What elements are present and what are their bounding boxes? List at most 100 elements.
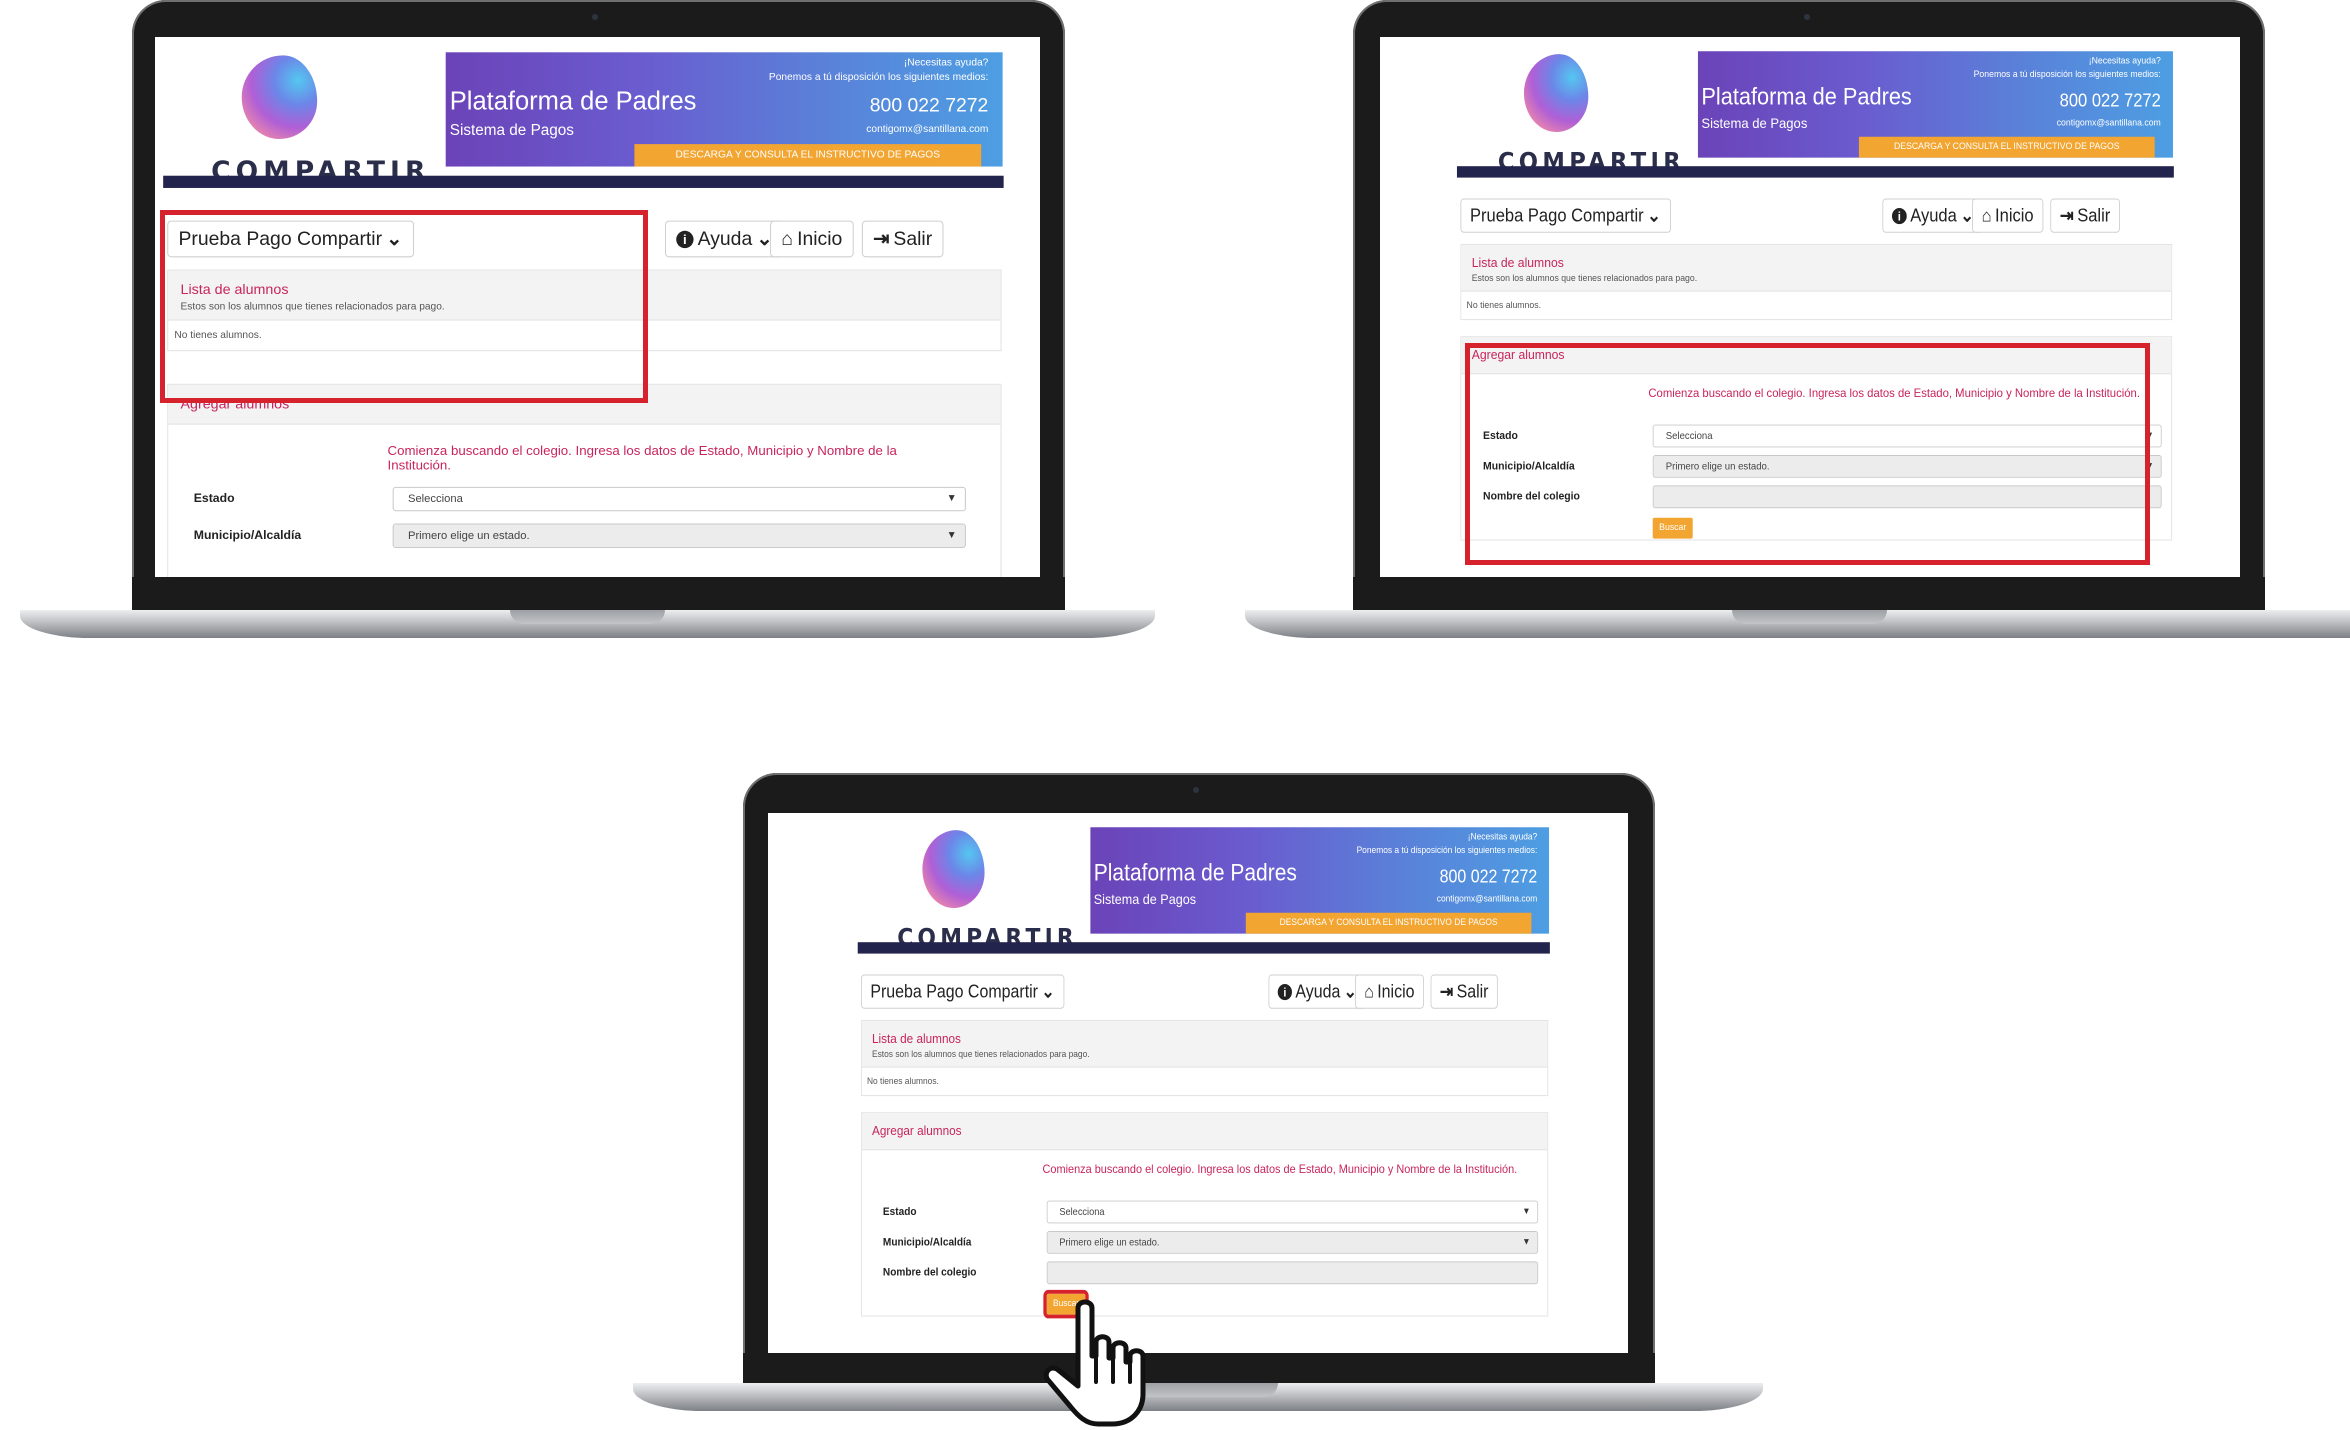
- email-address: contigomx@santillana.com: [866, 123, 989, 135]
- laptop-step-3: COMPARTIR ¡Necesitas ayuda? Ponemos a tú …: [633, 773, 1763, 1430]
- banner-subtitle: Sistema de Pagos: [1701, 115, 1808, 132]
- nav-divider: [857, 942, 1550, 954]
- state-select-value: Selecciona: [1059, 1206, 1105, 1218]
- chevron-down-icon: ⌄: [1041, 982, 1055, 1003]
- banner-subtitle: Sistema de Pagos: [1093, 891, 1197, 908]
- pointer-hand-icon: [1043, 1299, 1146, 1427]
- phone-number: 800 022 7272: [869, 95, 989, 117]
- students-panel: Lista de alumnos Estos son los alumnos q…: [1460, 244, 2173, 321]
- chevron-down-icon: ⌄: [1647, 206, 1662, 227]
- add-students-title: Agregar alumnos: [872, 1122, 962, 1138]
- logout-button[interactable]: ⇥ Salir: [2050, 198, 2120, 233]
- home-label: Inicio: [797, 228, 843, 251]
- nav-divider: [1456, 166, 2174, 178]
- banner-title: Plataforma de Padres: [449, 86, 697, 116]
- banner-title: Plataforma de Padres: [1093, 859, 1297, 887]
- add-students-panel: Agregar alumnos Comienza buscando el col…: [167, 383, 1002, 577]
- site-header: COMPARTIR ¡Necesitas ayuda? Ponemos a tú …: [851, 813, 1557, 965]
- logout-button[interactable]: ⇥ Salir: [861, 220, 944, 258]
- info-icon: i: [676, 230, 694, 249]
- home-button[interactable]: ⌂ Inicio: [770, 220, 854, 258]
- students-title: Lista de alumnos: [1471, 254, 1564, 270]
- site-header: COMPARTIR ¡Necesitas ayuda? Ponemos a tú …: [155, 37, 1012, 200]
- phone-number: 800 022 7272: [1439, 867, 1538, 888]
- caret-down-icon: ▼: [1522, 1236, 1531, 1248]
- compartir-logo: COMPARTIR: [897, 830, 1074, 953]
- municipality-label: Municipio/Alcaldía: [882, 1234, 972, 1249]
- user-menu-button[interactable]: Prueba Pago Compartir ⌄: [861, 974, 1064, 1009]
- students-panel: Lista de alumnos Estos son los alumnos q…: [861, 1020, 1549, 1097]
- logout-button[interactable]: ⇥ Salir: [1430, 974, 1498, 1009]
- help-line: Ponemos a tú disposición los siguientes …: [1973, 69, 2161, 80]
- help-menu-button[interactable]: i Ayuda ⌄: [1268, 974, 1367, 1009]
- camera: [592, 14, 598, 20]
- help-label: Ayuda: [1295, 982, 1341, 1003]
- add-instructions: Comienza buscando el colegio. Ingresa lo…: [1042, 1161, 1518, 1176]
- municipality-select[interactable]: Primero elige un estado. ▼: [1046, 1231, 1539, 1254]
- state-select-value: Selecciona: [407, 492, 463, 506]
- home-button[interactable]: ⌂ Inicio: [1972, 198, 2044, 233]
- state-label: Estado: [882, 1204, 917, 1218]
- banner-subtitle: Sistema de Pagos: [449, 121, 574, 139]
- school-name-input[interactable]: [1046, 1261, 1539, 1285]
- highlight-box-add-students: [1465, 343, 2150, 565]
- page: COMPARTIR ¡Necesitas ayuda? Ponemos a tú …: [851, 813, 1557, 1345]
- caret-down-icon: ▼: [946, 492, 957, 505]
- home-icon: ⌂: [1364, 982, 1374, 1003]
- students-title: Lista de alumnos: [872, 1030, 961, 1046]
- instructions-download-button[interactable]: DESCARGA Y CONSULTA EL INSTRUCTIVO DE PA…: [634, 144, 982, 167]
- state-select[interactable]: Selecciona ▼: [1046, 1200, 1539, 1224]
- logout-label: Salir: [893, 228, 933, 251]
- logout-label: Salir: [1456, 982, 1489, 1003]
- help-menu-button[interactable]: i Ayuda ⌄: [665, 220, 784, 258]
- logout-label: Salir: [2077, 206, 2111, 227]
- logo-blob-icon: [922, 830, 985, 908]
- help-label: Ayuda: [697, 228, 753, 251]
- email-address: contigomx@santillana.com: [1436, 893, 1538, 905]
- banner-title: Plataforma de Padres: [1701, 83, 1912, 111]
- user-menu-label: Prueba Pago Compartir: [1470, 206, 1644, 227]
- state-select[interactable]: Selecciona ▼: [392, 486, 966, 512]
- logout-icon: ⇥: [873, 228, 890, 251]
- logout-icon: ⇥: [1439, 982, 1454, 1003]
- caret-down-icon: ▼: [1522, 1206, 1531, 1217]
- help-line: Ponemos a tú disposición los siguientes …: [1356, 845, 1538, 856]
- email-address: contigomx@santillana.com: [2056, 117, 2161, 129]
- help-label: Ayuda: [1910, 206, 1957, 227]
- home-button[interactable]: ⌂ Inicio: [1355, 974, 1424, 1009]
- screen: COMPARTIR ¡Necesitas ayuda? Ponemos a tú …: [768, 813, 1628, 1353]
- logo-blob-icon: [1523, 54, 1589, 132]
- add-instructions: Comienza buscando el colegio. Ingresa lo…: [387, 442, 897, 473]
- home-label: Inicio: [1995, 206, 2034, 227]
- highlight-box-student-list: [160, 210, 648, 403]
- logo-blob-icon: [241, 55, 318, 139]
- user-menu-label: Prueba Pago Compartir: [870, 982, 1038, 1003]
- municipality-select-value: Primero elige un estado.: [407, 529, 530, 542]
- user-menu-button[interactable]: Prueba Pago Compartir ⌄: [1460, 198, 1671, 233]
- home-icon: ⌂: [1981, 206, 1992, 227]
- students-subtitle: Estos son los alumnos que tienes relacio…: [1471, 273, 1698, 284]
- help-question: ¡Necesitas ayuda?: [2088, 56, 2161, 67]
- phone-number: 800 022 7272: [2059, 91, 2161, 112]
- school-name-label: Nombre del colegio: [882, 1265, 977, 1279]
- instructions-download-button[interactable]: DESCARGA Y CONSULTA EL INSTRUCTIVO DE PA…: [1245, 912, 1532, 934]
- logout-icon: ⇥: [2059, 206, 2074, 227]
- trackpad-notch: [510, 610, 665, 624]
- state-label: Estado: [193, 490, 235, 506]
- instructions-download-button[interactable]: DESCARGA Y CONSULTA EL INSTRUCTIVO DE PA…: [1858, 136, 2155, 158]
- compartir-logo: COMPARTIR: [211, 55, 425, 187]
- info-icon: i: [1891, 208, 1907, 225]
- camera: [1193, 787, 1199, 793]
- home-label: Inicio: [1377, 982, 1415, 1003]
- camera: [1804, 14, 1810, 20]
- info-icon: i: [1277, 984, 1292, 1001]
- trackpad-notch: [1732, 610, 1887, 624]
- contact-banner: ¡Necesitas ayuda? Ponemos a tú disposició…: [1090, 827, 1550, 934]
- help-question: ¡Necesitas ayuda?: [903, 57, 989, 69]
- add-students-panel: Agregar alumnos Comienza buscando el col…: [861, 1112, 1549, 1319]
- compartir-logo: COMPARTIR: [1498, 54, 1681, 177]
- contact-banner: ¡Necesitas ayuda? Ponemos a tú disposició…: [1697, 51, 2173, 158]
- municipality-select[interactable]: Primero elige un estado. ▼: [392, 523, 966, 549]
- help-question: ¡Necesitas ayuda?: [1467, 832, 1538, 843]
- help-menu-button[interactable]: i Ayuda ⌄: [1882, 198, 1984, 233]
